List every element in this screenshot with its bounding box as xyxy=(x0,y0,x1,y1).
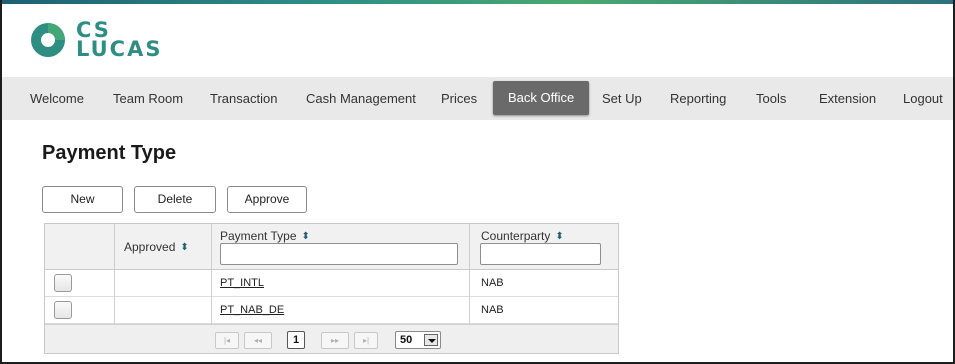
payment-type-link[interactable]: PT_NAB_DE xyxy=(220,297,284,324)
payment-type-grid: Approved ⬍ Payment Type ⬍ Counterparty ⬍ PT… xyxy=(44,223,619,354)
counterparty-cell: NAB xyxy=(481,277,504,289)
brand-line-2: LUCAS xyxy=(76,37,163,61)
column-header-payment-type-label: Payment Type xyxy=(220,229,297,243)
column-divider xyxy=(211,270,212,297)
column-divider xyxy=(211,297,212,324)
table-row: PT_INTL NAB xyxy=(45,270,618,297)
nav-item-team-room[interactable]: Team Room xyxy=(113,77,183,120)
nav-item-cash-management[interactable]: Cash Management xyxy=(306,77,416,120)
column-divider xyxy=(469,270,470,297)
row-select-checkbox[interactable] xyxy=(54,274,72,292)
brand-logo[interactable]: CS LUCAS xyxy=(30,18,162,62)
column-header-approved-label: Approved xyxy=(124,240,176,254)
chevron-down-icon[interactable] xyxy=(424,334,438,346)
nav-item-prices[interactable]: Prices xyxy=(441,77,477,120)
approve-button[interactable]: Approve xyxy=(227,186,307,213)
counterparty-cell: NAB xyxy=(481,304,504,316)
brand-name: CS LUCAS xyxy=(76,20,163,61)
current-page-number[interactable]: 1 xyxy=(287,331,305,349)
nav-item-transaction[interactable]: Transaction xyxy=(210,77,277,120)
table-row: PT_NAB_DE NAB xyxy=(45,297,618,324)
sort-icon[interactable]: ⬍ xyxy=(555,231,563,242)
nav-item-logout[interactable]: Logout xyxy=(903,77,943,120)
row-select-checkbox[interactable] xyxy=(54,301,72,319)
first-page-icon[interactable]: |◂ xyxy=(215,332,239,349)
new-button[interactable]: New xyxy=(42,186,123,213)
nav-item-welcome[interactable]: Welcome xyxy=(30,77,84,120)
next-page-icon[interactable]: ▸▸ xyxy=(321,332,349,349)
prev-page-icon[interactable]: ◂◂ xyxy=(244,332,272,349)
column-divider xyxy=(469,297,470,324)
grid-header-row: Approved ⬍ Payment Type ⬍ Counterparty ⬍ xyxy=(45,224,618,270)
page-size-value: 50 xyxy=(400,334,413,346)
column-header-counterparty-label: Counterparty xyxy=(481,229,551,243)
column-divider xyxy=(114,270,115,297)
nav-item-extension[interactable]: Extension xyxy=(819,77,876,120)
column-divider xyxy=(114,224,115,270)
grid-pager: |◂ ◂◂ 1 ▸▸ ▸| 50 xyxy=(45,324,618,353)
column-divider xyxy=(114,297,115,324)
payment-type-link[interactable]: PT_INTL xyxy=(220,270,264,297)
nav-item-reporting[interactable]: Reporting xyxy=(670,77,726,120)
last-page-icon[interactable]: ▸| xyxy=(354,332,378,349)
column-divider xyxy=(211,224,212,270)
column-header-payment-type[interactable]: Payment Type ⬍ xyxy=(220,229,310,243)
nav-item-back-office[interactable]: Back Office xyxy=(493,81,590,115)
delete-button[interactable]: Delete xyxy=(134,186,216,213)
sort-icon[interactable]: ⬍ xyxy=(180,242,188,253)
page-size-select[interactable]: 50 xyxy=(395,331,441,349)
column-header-counterparty[interactable]: Counterparty ⬍ xyxy=(481,229,564,243)
payment-type-filter-input[interactable] xyxy=(220,243,458,265)
page-title: Payment Type xyxy=(42,142,177,164)
nav-item-tools[interactable]: Tools xyxy=(756,77,786,120)
column-header-approved[interactable]: Approved ⬍ xyxy=(124,240,189,254)
column-divider xyxy=(469,224,470,270)
sort-icon[interactable]: ⬍ xyxy=(302,231,310,242)
cs-lucas-logo-icon xyxy=(30,22,66,58)
nav-item-set-up[interactable]: Set Up xyxy=(602,77,642,120)
main-nav: Welcome Team Room Transaction Cash Manag… xyxy=(2,77,953,120)
counterparty-filter-input[interactable] xyxy=(480,243,601,265)
